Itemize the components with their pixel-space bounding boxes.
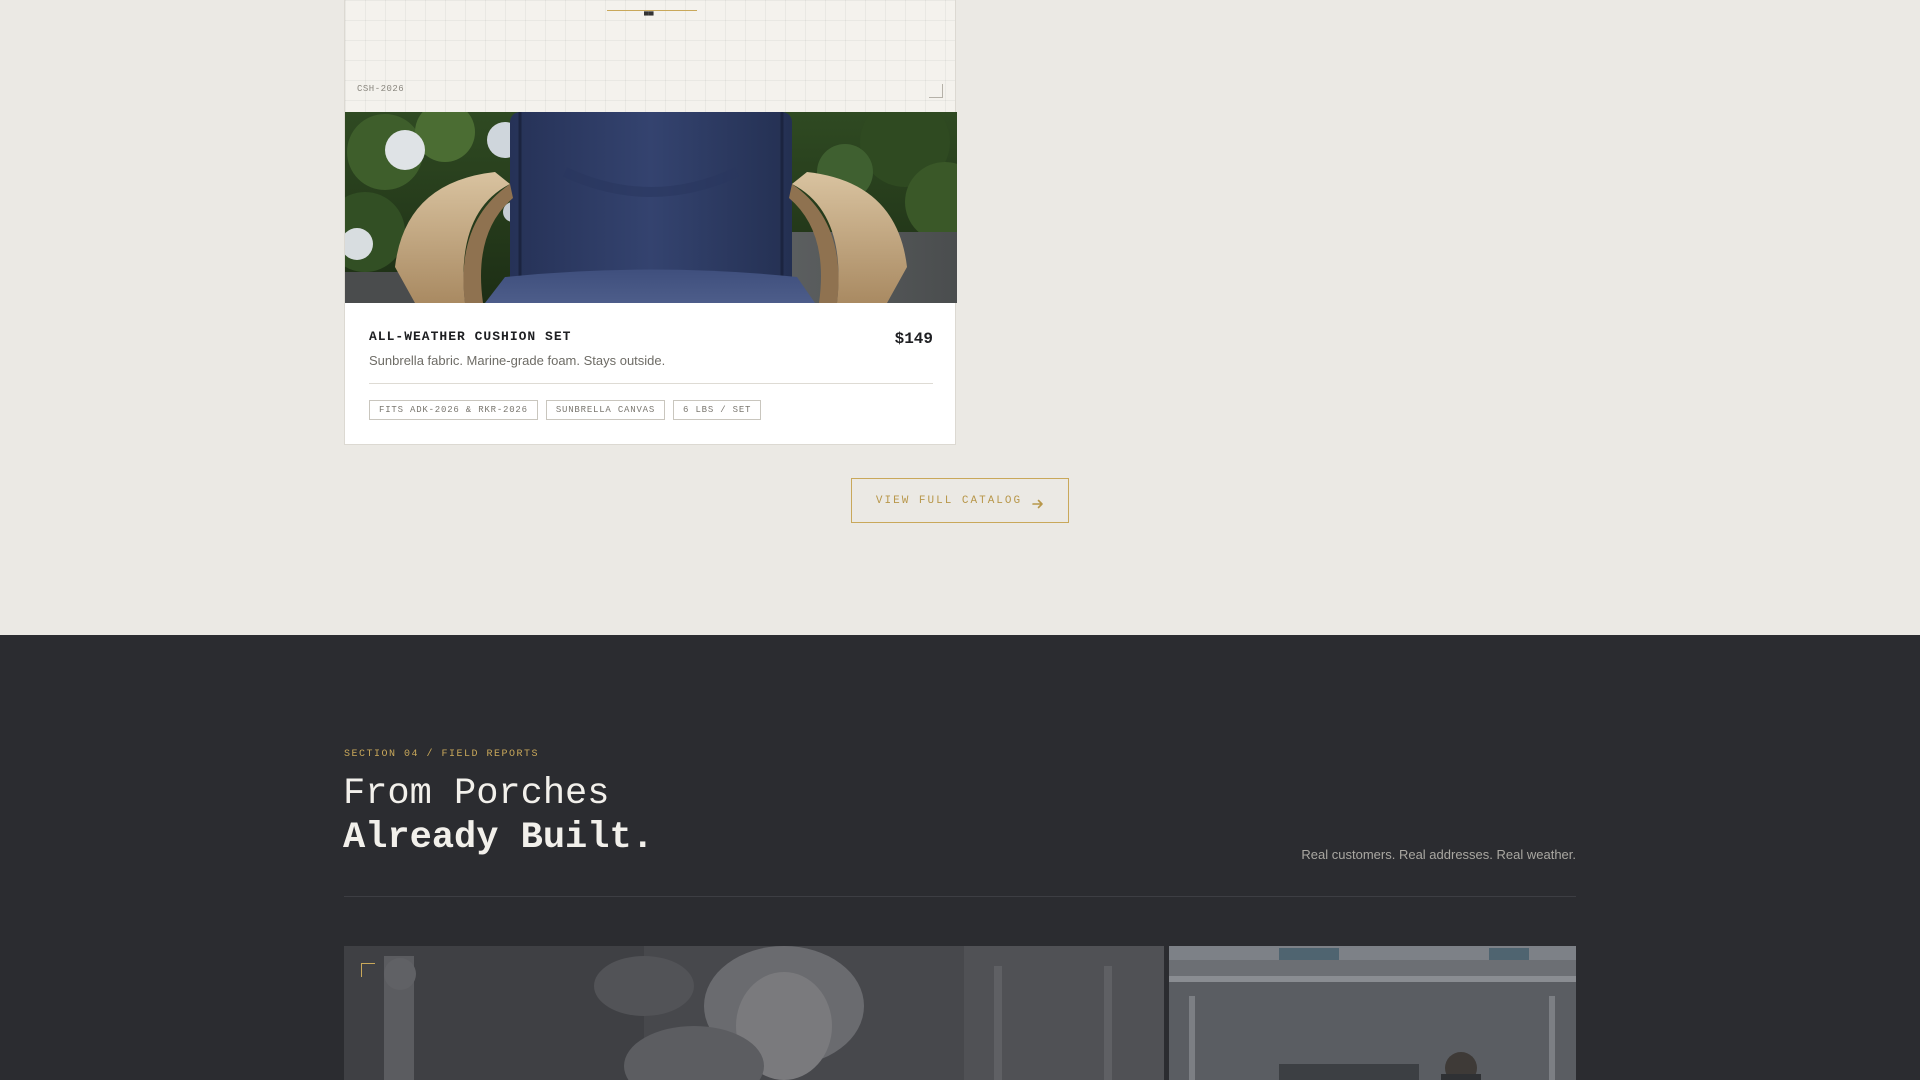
tag-material: SUNBRELLA CANVAS	[545, 400, 666, 420]
page: ▀▀ CSH-2026 ALL-WEATHER CUSHION SET $149…	[0, 0, 1920, 1080]
tag-compatibility: FITS ADK-2026 & RKR-2026	[369, 400, 538, 420]
corner-bracket-icon	[929, 84, 943, 98]
catalog-button-label: VIEW FULL CATALOG	[875, 494, 1023, 507]
tag-weight: 6 LBS / SET	[673, 400, 762, 420]
arrow-right-icon	[1032, 496, 1044, 508]
section-eyebrow: SECTION 04 / FIELD REPORTS	[344, 749, 540, 760]
field-report-photo-customer[interactable]	[344, 946, 1164, 1080]
product-title[interactable]: ALL-WEATHER CUSHION SET	[369, 329, 571, 344]
card-divider	[369, 383, 933, 384]
field-report-photo-house[interactable]	[1169, 946, 1576, 1080]
blueprint-mark: ▀▀	[644, 12, 654, 21]
section-title-line-2: Already Built.	[343, 817, 654, 859]
product-card[interactable]: ▀▀ CSH-2026 ALL-WEATHER CUSHION SET $149…	[344, 0, 957, 445]
product-description: Sunbrella fabric. Marine-grade foam. Sta…	[369, 353, 666, 368]
product-blueprint: ▀▀ CSH-2026	[345, 0, 955, 113]
product-code: CSH-2026	[357, 84, 405, 94]
section-tagline: Real customers. Real addresses. Real wea…	[1301, 847, 1576, 862]
catalog-section: ▀▀ CSH-2026 ALL-WEATHER CUSHION SET $149…	[0, 0, 1920, 635]
view-full-catalog-button[interactable]: VIEW FULL CATALOG	[851, 478, 1069, 523]
field-reports-section: SECTION 04 / FIELD REPORTS From Porches …	[0, 635, 1920, 1080]
blueprint-dimension-line	[607, 10, 697, 11]
section-title-line-1: From Porches	[343, 773, 610, 815]
section-divider	[344, 896, 1576, 897]
product-price: $149	[894, 330, 933, 348]
corner-bracket-icon	[361, 963, 375, 977]
product-tags: FITS ADK-2026 & RKR-2026 SUNBRELLA CANVA…	[369, 400, 762, 420]
product-photo	[345, 112, 957, 303]
